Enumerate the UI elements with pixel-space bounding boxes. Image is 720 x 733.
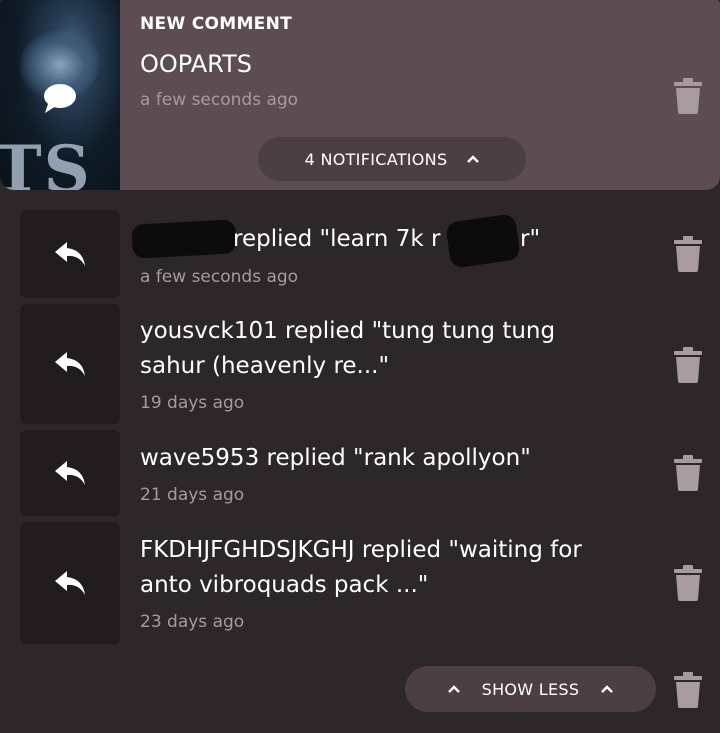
new-comment-card[interactable]: TS NEW COMMENT OOPARTS a few seconds ago… bbox=[0, 0, 720, 190]
notification-timestamp: 19 days ago bbox=[140, 393, 245, 413]
list-item[interactable]: wave5953 replied "rank apollyon" 21 days… bbox=[20, 430, 710, 516]
trash-icon[interactable] bbox=[673, 565, 703, 601]
chevron-up-icon bbox=[447, 685, 460, 693]
notification-text-tail: r" bbox=[520, 226, 541, 252]
reply-button[interactable] bbox=[20, 430, 120, 516]
chevron-up-icon bbox=[601, 685, 614, 693]
trash-icon[interactable] bbox=[673, 78, 703, 114]
list-item[interactable]: FKDHJFGHDSJKGHJ replied "waiting for ant… bbox=[20, 522, 710, 644]
show-less-label: SHOW LESS bbox=[481, 679, 580, 699]
notification-text: FKDHJFGHDSJKGHJ replied "waiting for ant… bbox=[140, 537, 582, 598]
thumbnail: TS bbox=[0, 0, 120, 190]
header-timestamp: a few seconds ago bbox=[140, 90, 299, 110]
reply-button[interactable] bbox=[20, 210, 120, 298]
notifications-toggle-button[interactable]: 4 NOTIFICATIONS bbox=[258, 137, 526, 181]
reply-button[interactable] bbox=[20, 522, 120, 644]
show-less-button[interactable]: SHOW LESS bbox=[405, 666, 656, 712]
trash-icon[interactable] bbox=[673, 236, 703, 272]
reply-arrow-icon bbox=[55, 461, 85, 485]
reply-arrow-icon bbox=[55, 242, 85, 266]
notification-timestamp: 21 days ago bbox=[140, 485, 245, 505]
notification-text: wave5953 replied "rank apollyon" bbox=[140, 445, 531, 471]
reply-arrow-icon bbox=[55, 352, 85, 376]
list-item[interactable]: replied "learn 7k r r" a few seconds ago bbox=[20, 210, 710, 298]
reply-button[interactable] bbox=[20, 304, 120, 424]
notification-timestamp: 23 days ago bbox=[140, 612, 245, 632]
trash-icon[interactable] bbox=[673, 672, 703, 708]
header-title: NEW COMMENT bbox=[140, 14, 293, 34]
speech-bubble-icon bbox=[44, 84, 76, 113]
reply-arrow-icon bbox=[55, 571, 85, 595]
thumbnail-letters: TS bbox=[0, 132, 92, 190]
notifications-count-label: 4 NOTIFICATIONS bbox=[304, 149, 448, 169]
comment-source-name: OOPARTS bbox=[140, 50, 252, 78]
notification-text: yousvck101 replied "tung tung tung sahur… bbox=[140, 318, 556, 379]
trash-icon[interactable] bbox=[673, 455, 703, 491]
redacted-word bbox=[445, 213, 521, 269]
list-item[interactable]: yousvck101 replied "tung tung tung sahur… bbox=[20, 304, 710, 424]
notification-timestamp: a few seconds ago bbox=[140, 267, 299, 287]
chevron-up-icon bbox=[467, 155, 480, 163]
trash-icon[interactable] bbox=[673, 347, 703, 383]
redacted-username bbox=[131, 219, 237, 259]
